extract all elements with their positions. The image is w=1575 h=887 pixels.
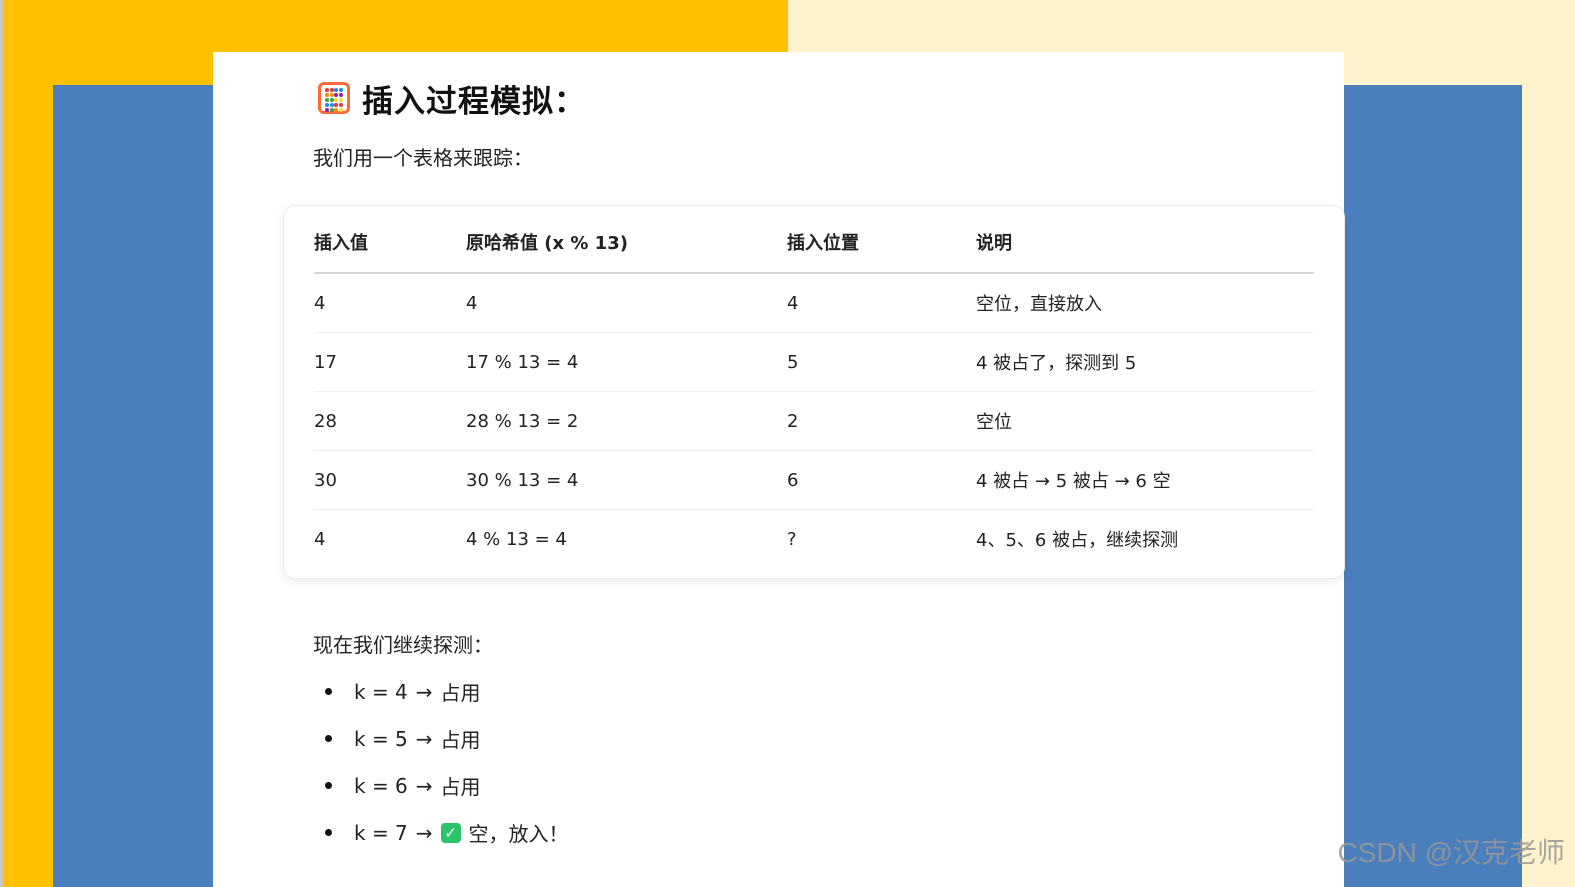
column-header-position: 插入位置: [787, 212, 976, 274]
probe-result: 占用: [440, 775, 481, 799]
table-row: 28 28 % 13 = 2 2 空位: [314, 391, 1314, 451]
table-cell: 30: [314, 450, 466, 510]
arrow-right-icon: →: [415, 773, 433, 798]
table-cell: 4: [787, 273, 976, 333]
table-cell: 17: [314, 332, 466, 392]
insertion-table-card: 插入值 原哈希值 (x % 13) 插入位置 说明 4 4 4 空位，直接放入 …: [283, 205, 1345, 579]
arrow-right-icon: →: [415, 726, 433, 751]
column-header-hash: 原哈希值 (x % 13): [466, 212, 787, 274]
bullet-icon: [325, 782, 332, 789]
table-row: 4 4 4 空位，直接放入: [314, 273, 1314, 333]
probe-result: 占用: [440, 728, 481, 752]
probe-result: 空，放入！: [468, 822, 569, 846]
table-cell: 5: [787, 332, 976, 392]
table-cell: 28: [314, 391, 466, 451]
table-cell: 4 被占 → 5 被占 → 6 空: [976, 450, 1314, 510]
table-cell: 4: [314, 273, 466, 333]
content-card: 插入过程模拟： 我们用一个表格来跟踪： 插入值 原哈希值 (x % 13) 插入…: [213, 52, 1345, 887]
table-cell: 2: [787, 391, 976, 451]
probe-list: k = 4 → 占用 k = 5 → 占用 k = 6 → 占用 k = 7 →…: [313, 668, 569, 856]
probe-key: k = 6: [354, 773, 408, 798]
probe-intro-text: 现在我们继续探测：: [313, 633, 493, 657]
table-cell: 4: [466, 273, 787, 333]
table-row: 4 4 % 13 = 4 ? 4、5、6 被占，继续探测: [314, 510, 1314, 569]
list-item: k = 4 → 占用: [313, 668, 569, 715]
arrow-right-icon: →: [415, 820, 433, 845]
list-item: k = 7 → ✓ 空，放入！: [313, 809, 569, 856]
arrow-right-icon: →: [415, 679, 433, 704]
probe-key: k = 5: [354, 726, 408, 751]
left-edge: [0, 0, 3, 887]
watermark: CSDN @汉克老师: [1337, 837, 1565, 868]
probe-key: k = 4: [354, 679, 408, 704]
table-cell: 4 被占了，探测到 5: [976, 332, 1314, 392]
table-cell: 6: [787, 450, 976, 510]
table-cell: 30 % 13 = 4: [466, 450, 787, 510]
table-row: 30 30 % 13 = 4 6 4 被占 → 5 被占 → 6 空: [314, 450, 1314, 510]
list-item: k = 6 → 占用: [313, 762, 569, 809]
table-cell: ?: [787, 528, 797, 550]
probe-key: k = 7: [354, 820, 408, 845]
bullet-icon: [325, 735, 332, 742]
bullet-icon: [325, 688, 332, 695]
background-blue-left-panel: [53, 85, 223, 887]
list-item: k = 5 → 占用: [313, 715, 569, 762]
column-header-note: 说明: [976, 212, 1314, 274]
column-header-insert-value: 插入值: [314, 212, 466, 274]
abacus-icon: [318, 82, 350, 114]
insertion-table: 插入值 原哈希值 (x % 13) 插入位置 说明 4 4 4 空位，直接放入 …: [314, 212, 1314, 568]
probe-result: 占用: [440, 681, 481, 705]
intro-text: 我们用一个表格来跟踪：: [313, 146, 533, 170]
check-mark-icon: ✓: [440, 822, 461, 843]
table-row: 17 17 % 13 = 4 5 4 被占了，探测到 5: [314, 332, 1314, 392]
table-cell: 4 % 13 = 4: [466, 528, 567, 550]
table-cell: 17 % 13 = 4: [466, 332, 787, 392]
background-blue-right-panel: [1330, 85, 1522, 887]
table-cell: 4、5、6 被占，继续探测: [976, 530, 1179, 551]
table-header-row: 插入值 原哈希值 (x % 13) 插入位置 说明: [314, 212, 1314, 274]
table-cell: 4: [314, 528, 326, 550]
table-cell: 空位: [976, 391, 1314, 451]
page-title: 插入过程模拟：: [362, 83, 586, 120]
section-heading: 插入过程模拟：: [318, 76, 586, 120]
table-cell: 空位，直接放入: [976, 273, 1314, 333]
bullet-icon: [325, 829, 332, 836]
table-cell: 28 % 13 = 2: [466, 391, 787, 451]
